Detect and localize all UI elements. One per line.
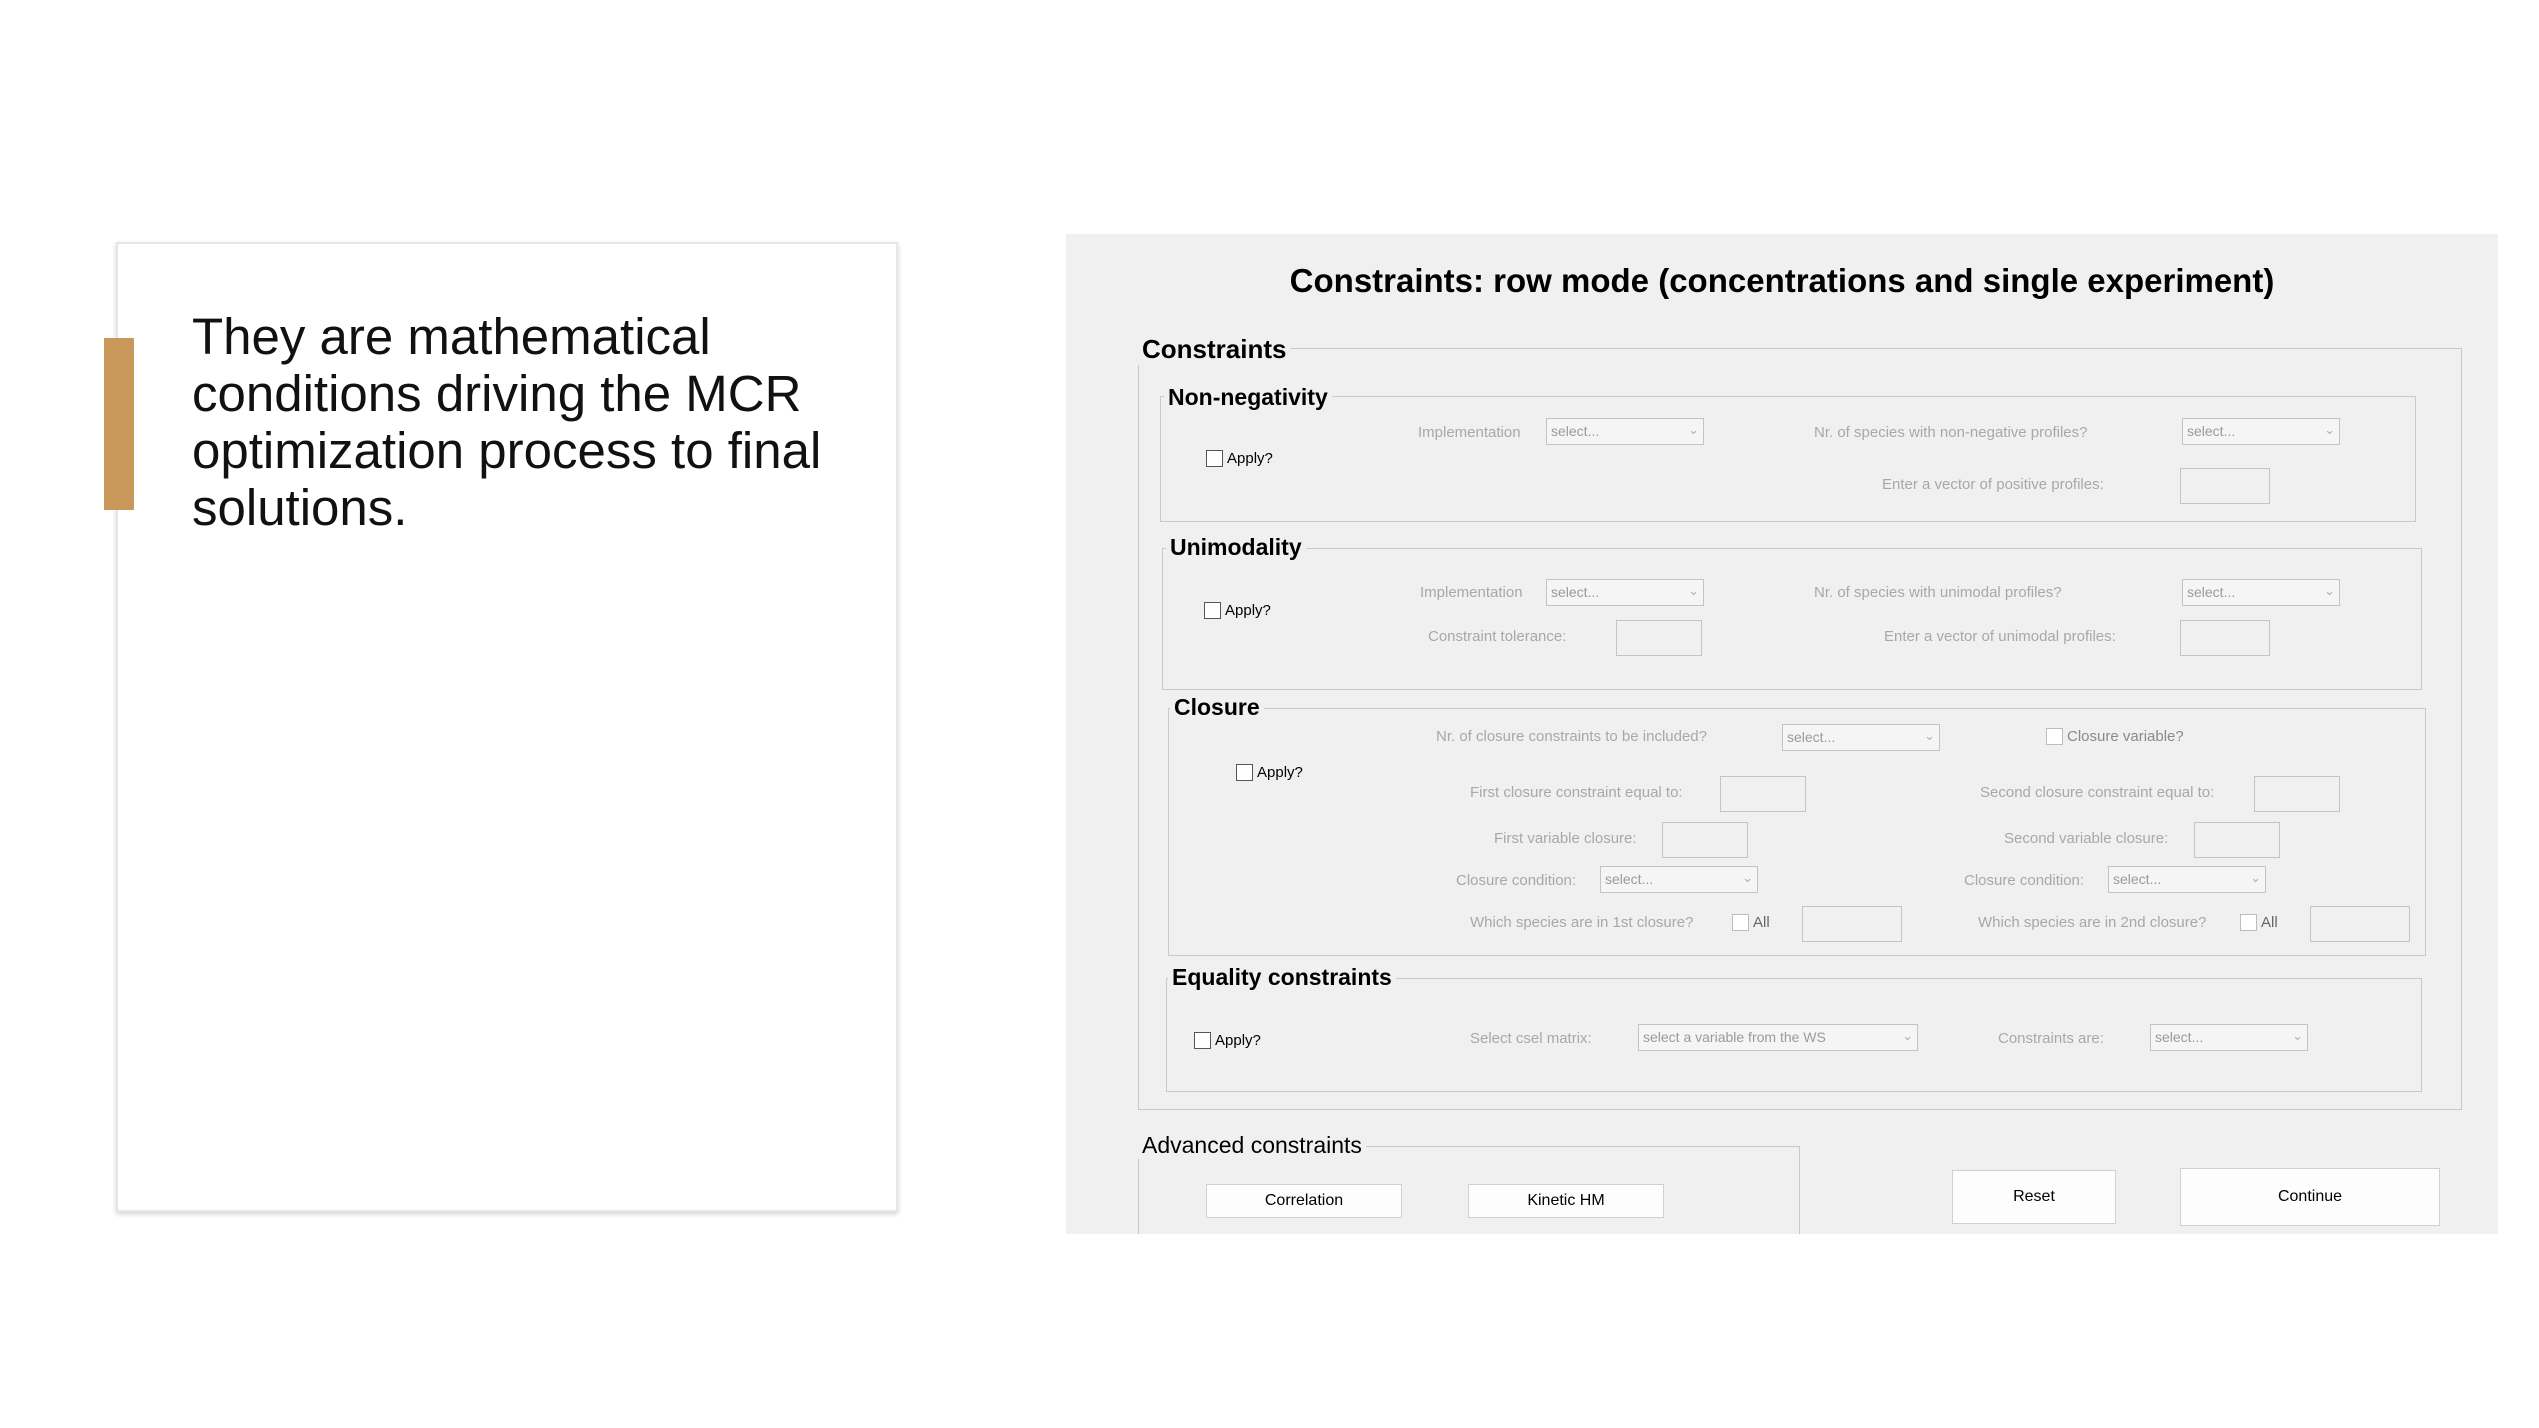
closure-all2-checkbox[interactable]: All: [2240, 914, 2278, 931]
nonneg-apply-checkbox[interactable]: Apply?: [1206, 450, 1273, 467]
advanced-legend: Advanced constraints: [1138, 1132, 1366, 1159]
closure-second-equal-label: Second closure constraint equal to:: [1980, 784, 2215, 801]
unimodality-tolerance-input[interactable]: [1616, 620, 1702, 656]
nonneg-implementation-label: Implementation: [1418, 424, 1521, 441]
chevron-down-icon: ⌄: [2324, 422, 2335, 437]
closure-legend: Closure: [1170, 694, 1264, 721]
select-value: select...: [2155, 1029, 2204, 1045]
closure-condition1-select[interactable]: select... ⌄: [1600, 866, 1758, 893]
unimodality-apply-checkbox[interactable]: Apply?: [1204, 602, 1271, 619]
all-label: All: [1753, 914, 1770, 931]
closure-second-variable-input[interactable]: [2194, 822, 2280, 858]
unimodality-legend: Unimodality: [1166, 534, 1306, 561]
kinetic-hm-button[interactable]: Kinetic HM: [1468, 1184, 1664, 1218]
chevron-down-icon: ⌄: [2324, 583, 2335, 598]
apply-label: Apply?: [1227, 450, 1273, 467]
closure-variable-label: Closure variable?: [2067, 728, 2184, 745]
chevron-down-icon: ⌄: [1688, 422, 1699, 437]
nonneg-implementation-select[interactable]: select... ⌄: [1546, 418, 1704, 445]
equality-csel-label: Select csel matrix:: [1470, 1030, 1592, 1047]
apply-label: Apply?: [1225, 602, 1271, 619]
chevron-down-icon: ⌄: [2292, 1028, 2303, 1043]
apply-label: Apply?: [1215, 1032, 1261, 1049]
slide-text: They are mathematical conditions driving…: [192, 308, 822, 536]
closure-second-equal-input[interactable]: [2254, 776, 2340, 812]
closure-species1-input[interactable]: [1802, 906, 1902, 942]
unimodality-vector-input[interactable]: [2180, 620, 2270, 656]
closure-species1-label: Which species are in 1st closure?: [1470, 914, 1694, 931]
nonneg-vector-label: Enter a vector of positive profiles:: [1882, 476, 2104, 493]
closure-species2-label: Which species are in 2nd closure?: [1978, 914, 2207, 931]
accent-bar: [104, 338, 134, 510]
equality-apply-checkbox[interactable]: Apply?: [1194, 1032, 1261, 1049]
constraints-legend: Constraints: [1138, 334, 1291, 365]
select-value: select...: [1551, 423, 1600, 439]
closure-variable-checkbox[interactable]: Closure variable?: [2046, 728, 2184, 745]
closure-all1-checkbox[interactable]: All: [1732, 914, 1770, 931]
unimodality-implementation-select[interactable]: select... ⌄: [1546, 579, 1704, 606]
unimodality-group: [1162, 548, 2422, 690]
equality-constraints-select[interactable]: select... ⌄: [2150, 1024, 2308, 1051]
select-value: select...: [1787, 729, 1836, 745]
continue-button[interactable]: Continue: [2180, 1168, 2440, 1226]
chevron-down-icon: ⌄: [1924, 728, 1935, 743]
select-value: select...: [2187, 584, 2236, 600]
checkbox-box[interactable]: [1732, 914, 1749, 931]
select-value: select...: [2113, 871, 2162, 887]
unimodality-tolerance-label: Constraint tolerance:: [1428, 628, 1567, 645]
closure-first-variable-input[interactable]: [1662, 822, 1748, 858]
checkbox-box[interactable]: [1194, 1032, 1211, 1049]
apply-label: Apply?: [1257, 764, 1303, 781]
closure-first-variable-label: First variable closure:: [1494, 830, 1637, 847]
nonneg-legend: Non-negativity: [1164, 384, 1332, 411]
chevron-down-icon: ⌄: [1688, 583, 1699, 598]
correlation-button[interactable]: Correlation: [1206, 1184, 1402, 1218]
equality-legend: Equality constraints: [1168, 964, 1396, 991]
checkbox-box[interactable]: [1236, 764, 1253, 781]
chevron-down-icon: ⌄: [1902, 1028, 1913, 1043]
closure-second-variable-label: Second variable closure:: [2004, 830, 2169, 847]
checkbox-box[interactable]: [1206, 450, 1223, 467]
select-value: select a variable from the WS: [1643, 1029, 1826, 1045]
closure-nr-select[interactable]: select... ⌄: [1782, 724, 1940, 751]
checkbox-box[interactable]: [2046, 728, 2063, 745]
closure-condition2-label: Closure condition:: [1964, 872, 2085, 889]
unimodality-vector-label: Enter a vector of unimodal profiles:: [1884, 628, 2116, 645]
unimodality-implementation-label: Implementation: [1420, 584, 1523, 601]
all-label: All: [2261, 914, 2278, 931]
unimodality-species-label: Nr. of species with unimodal profiles?: [1814, 584, 2062, 601]
window-title: Constraints: row mode (concentrations an…: [1289, 262, 2275, 299]
select-value: select...: [1551, 584, 1600, 600]
closure-condition1-label: Closure condition:: [1456, 872, 1577, 889]
unimodality-species-select[interactable]: select... ⌄: [2182, 579, 2340, 606]
checkbox-box[interactable]: [1204, 602, 1221, 619]
equality-csel-select[interactable]: select a variable from the WS ⌄: [1638, 1024, 1918, 1051]
closure-nr-label: Nr. of closure constraints to be include…: [1436, 728, 1707, 745]
equality-constraints-label: Constraints are:: [1998, 1030, 2104, 1047]
closure-species2-input[interactable]: [2310, 906, 2410, 942]
chevron-down-icon: ⌄: [2250, 870, 2261, 885]
closure-first-equal-input[interactable]: [1720, 776, 1806, 812]
closure-apply-checkbox[interactable]: Apply?: [1236, 764, 1303, 781]
nonneg-species-label: Nr. of species with non-negative profile…: [1814, 424, 2088, 441]
constraints-window: Constraints: row mode (concentrations an…: [1066, 234, 2498, 1234]
closure-condition2-select[interactable]: select... ⌄: [2108, 866, 2266, 893]
select-value: select...: [2187, 423, 2236, 439]
select-value: select...: [1605, 871, 1654, 887]
chevron-down-icon: ⌄: [1742, 870, 1753, 885]
reset-button[interactable]: Reset: [1952, 1170, 2116, 1224]
nonneg-species-select[interactable]: select... ⌄: [2182, 418, 2340, 445]
nonneg-vector-input[interactable]: [2180, 468, 2270, 504]
closure-first-equal-label: First closure constraint equal to:: [1470, 784, 1683, 801]
checkbox-box[interactable]: [2240, 914, 2257, 931]
